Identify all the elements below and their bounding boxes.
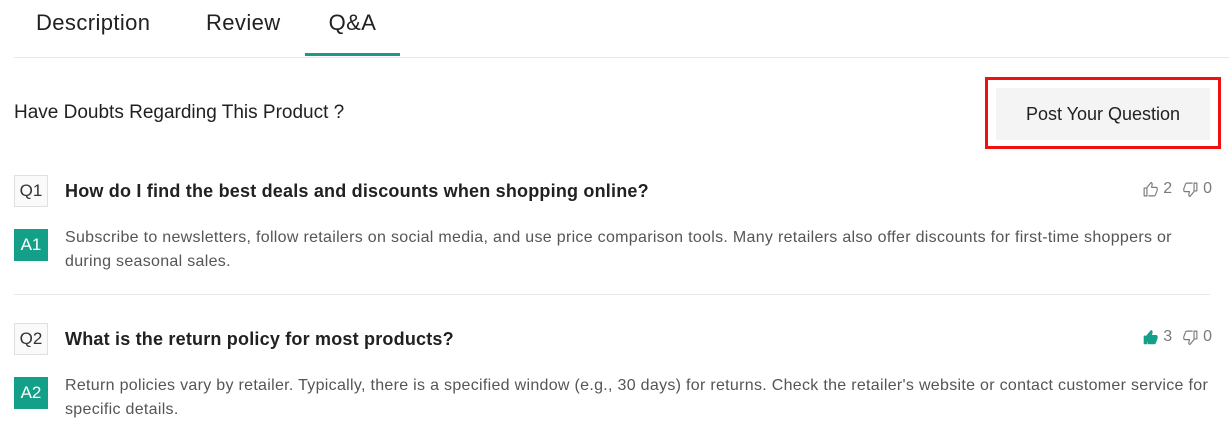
upvote-button[interactable]: 3 <box>1142 328 1172 346</box>
answer-badge: A2 <box>14 377 48 409</box>
upvote-count: 3 <box>1163 328 1173 345</box>
upvote-button[interactable]: 2 <box>1142 180 1172 198</box>
tab-description[interactable]: Description <box>36 10 150 56</box>
answer-text: Return policies vary by retailer. Typica… <box>65 377 1209 418</box>
downvote-button[interactable]: 0 <box>1182 180 1212 198</box>
downvote-count: 0 <box>1203 180 1212 197</box>
question-text: What is the return policy for most produ… <box>65 329 454 349</box>
vote-controls: 3 0 <box>1142 328 1212 346</box>
question-badge: Q2 <box>14 323 48 355</box>
downvote-count: 0 <box>1203 328 1212 345</box>
answer-text: Subscribe to newsletters, follow retaile… <box>65 229 1172 270</box>
qa-prompt-text: Have Doubts Regarding This Product ? <box>14 102 345 123</box>
qa-divider <box>14 294 1210 295</box>
answer-badge: A1 <box>14 229 48 261</box>
question-text: How do I find the best deals and discoun… <box>65 181 649 201</box>
thumbs-up-icon <box>1142 181 1159 198</box>
product-tabs: Description Review Q&A <box>14 0 1229 58</box>
thumbs-up-filled-icon <box>1142 329 1159 346</box>
tab-qa[interactable]: Q&A <box>305 10 400 56</box>
downvote-button[interactable]: 0 <box>1182 328 1212 346</box>
upvote-count: 2 <box>1163 180 1173 197</box>
question-badge: Q1 <box>14 175 48 207</box>
thumbs-down-icon <box>1182 329 1199 346</box>
vote-controls: 2 0 <box>1142 180 1212 198</box>
tab-review[interactable]: Review <box>206 10 281 56</box>
thumbs-down-icon <box>1182 181 1199 198</box>
post-question-button[interactable]: Post Your Question <box>996 88 1210 140</box>
